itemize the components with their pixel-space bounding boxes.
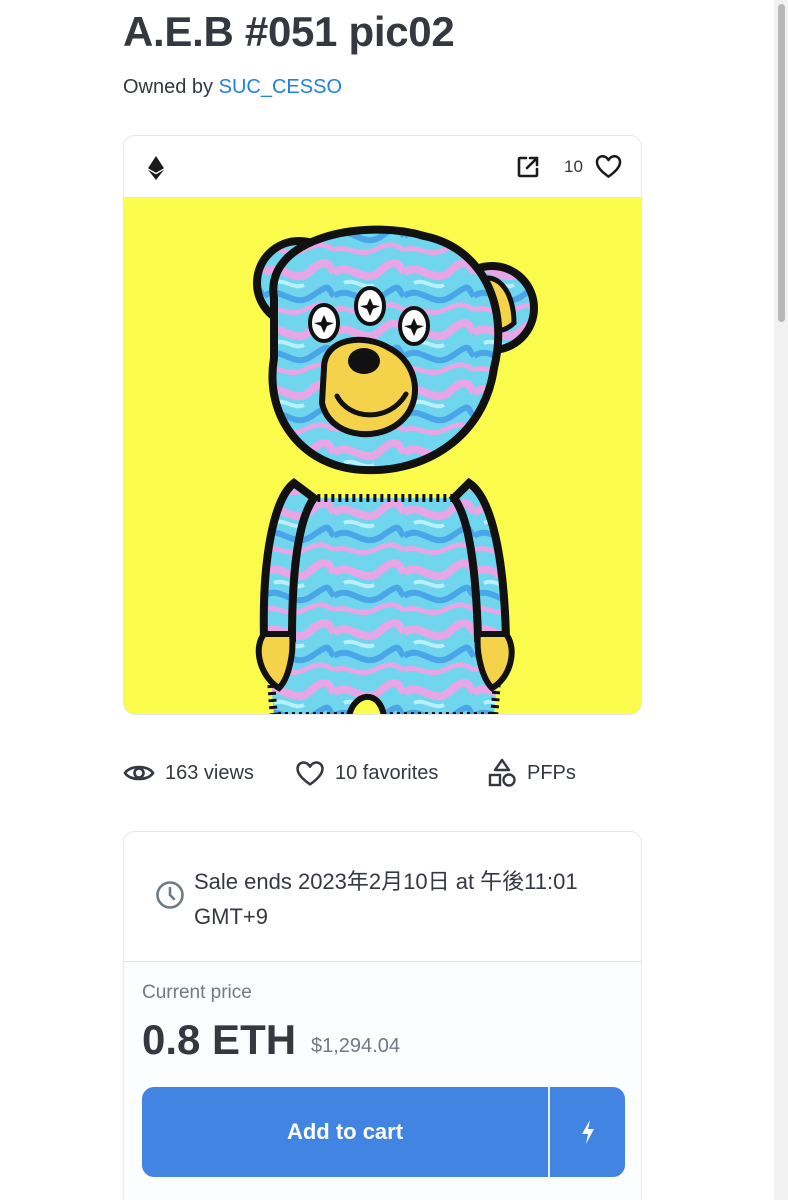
lightning-icon	[581, 1120, 594, 1144]
media-card: 10	[123, 135, 642, 715]
media-header: 10	[124, 136, 641, 198]
owner-link[interactable]: SUC_CESSO	[219, 76, 342, 98]
eye-icon	[123, 765, 155, 781]
item-stats: 163 views 10 favorites PFPs	[123, 756, 683, 790]
price-section: Current price 0.8 ETH $1,294.04 Add to c…	[124, 962, 641, 1200]
clock-icon	[156, 881, 184, 909]
nft-image[interactable]	[124, 198, 641, 714]
category-label[interactable]: PFPs	[527, 762, 576, 785]
favorites-count: 10 favorites	[335, 761, 439, 784]
sale-card: Sale ends 2023年2月10日 at 午後11:01 GMT+9 Cu…	[123, 831, 642, 1200]
bear-artwork	[253, 225, 538, 714]
views-stat: 163 views	[123, 756, 254, 790]
price-eth: 0.8 ETH	[142, 1016, 297, 1063]
price-usd: $1,294.04	[311, 1035, 400, 1057]
ethereum-icon	[148, 156, 164, 180]
views-count: 163 views	[165, 761, 254, 784]
scrollbar-track[interactable]	[774, 0, 788, 1200]
sale-ends-text: Sale ends 2023年2月10日 at 午後11:01 GMT+9	[194, 869, 578, 929]
add-to-cart-button[interactable]: Add to cart	[142, 1087, 548, 1177]
buy-button-group: Add to cart	[142, 1087, 625, 1177]
owner-line: Owned by SUC_CESSO	[123, 76, 342, 99]
owned-by-label: Owned by	[123, 76, 214, 98]
heart-outline-icon	[296, 760, 324, 786]
quick-buy-button[interactable]	[550, 1087, 625, 1177]
favorite-count: 10	[564, 157, 583, 176]
item-title: A.E.B #051 pic02	[123, 8, 455, 55]
sale-header: Sale ends 2023年2月10日 at 午後11:01 GMT+9	[124, 832, 641, 962]
category-stat[interactable]: PFPs	[487, 756, 576, 790]
heart-icon[interactable]	[595, 154, 622, 179]
favorites-stat: 10 favorites	[295, 756, 438, 790]
current-price-label: Current price	[142, 982, 252, 1003]
external-link-icon[interactable]	[516, 155, 540, 179]
scrollbar-thumb[interactable]	[778, 4, 785, 322]
shapes-icon	[488, 758, 516, 787]
